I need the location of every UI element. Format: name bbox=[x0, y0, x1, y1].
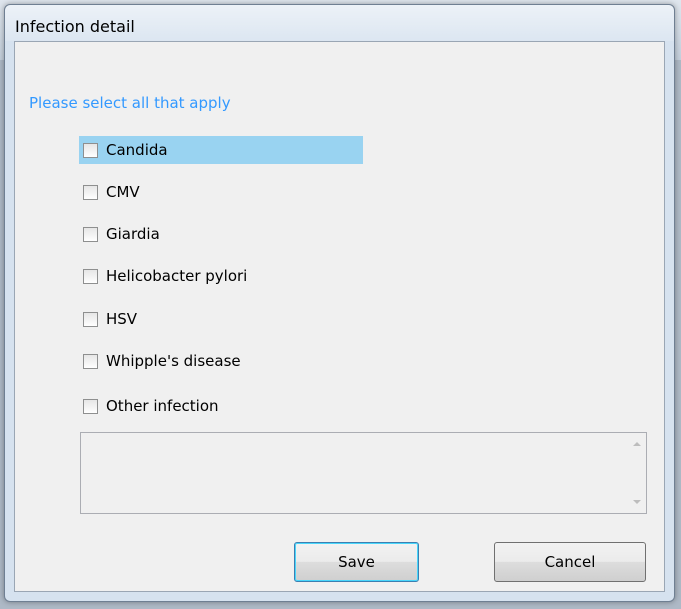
option-label: Giardia bbox=[106, 225, 160, 243]
checkbox-whipples-disease[interactable] bbox=[83, 353, 98, 369]
option-label: Helicobacter pylori bbox=[106, 267, 248, 285]
option-label: CMV bbox=[106, 183, 140, 201]
option-label: Candida bbox=[106, 141, 168, 159]
scroll-up-arrow-icon[interactable] bbox=[633, 442, 641, 446]
save-button[interactable]: Save bbox=[294, 542, 419, 582]
instruction-label: Please select all that apply bbox=[29, 94, 231, 112]
checkbox-helicobacter-pylori[interactable] bbox=[83, 268, 98, 284]
option-cmv[interactable]: CMV bbox=[79, 178, 140, 206]
option-other-infection[interactable]: Other infection bbox=[79, 392, 219, 420]
scroll-down-arrow-icon[interactable] bbox=[633, 500, 641, 504]
checkbox-candida[interactable] bbox=[83, 142, 98, 158]
option-label: HSV bbox=[106, 310, 138, 328]
checkbox-other-infection[interactable] bbox=[83, 398, 98, 414]
option-label: Other infection bbox=[106, 397, 219, 415]
option-whipples-disease[interactable]: Whipple's disease bbox=[79, 347, 241, 375]
option-giardia[interactable]: Giardia bbox=[79, 220, 160, 248]
checkbox-giardia[interactable] bbox=[83, 226, 98, 242]
option-helicobacter-pylori[interactable]: Helicobacter pylori bbox=[79, 262, 247, 290]
title-bar[interactable]: Infection detail bbox=[5, 5, 674, 41]
checkbox-cmv[interactable] bbox=[83, 184, 98, 200]
option-label: Whipple's disease bbox=[106, 352, 241, 370]
option-candida[interactable]: Candida bbox=[79, 136, 363, 164]
textarea-scrollbar[interactable] bbox=[629, 433, 646, 513]
checkbox-hsv[interactable] bbox=[83, 311, 98, 327]
dialog-title: Infection detail bbox=[15, 17, 135, 36]
infection-detail-dialog: Infection detail Please select all that … bbox=[4, 4, 675, 602]
option-hsv[interactable]: HSV bbox=[79, 305, 137, 333]
cancel-button[interactable]: Cancel bbox=[494, 542, 646, 582]
dialog-content: Please select all that apply Candida CMV… bbox=[14, 41, 665, 592]
other-infection-textarea[interactable] bbox=[80, 432, 647, 514]
